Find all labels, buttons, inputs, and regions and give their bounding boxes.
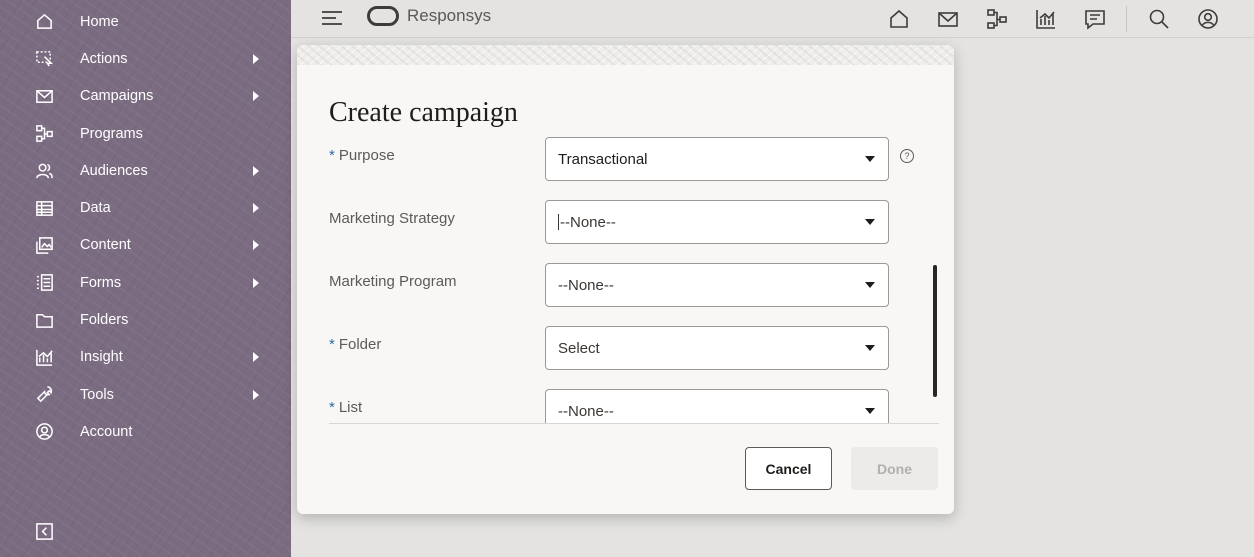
sidebar-item-tools[interactable]: Tools bbox=[0, 376, 291, 413]
required-marker: * bbox=[329, 399, 335, 416]
field-marketing-strategy: Marketing Strategy --None-- bbox=[329, 200, 939, 244]
form-scroll-area[interactable]: * Purpose Transactional ? Marketing Strat… bbox=[329, 137, 939, 424]
sidebar-item-home[interactable]: Home bbox=[0, 3, 291, 40]
divider bbox=[329, 423, 939, 424]
field-label: Marketing Program bbox=[329, 273, 457, 290]
caret-down-icon bbox=[865, 156, 875, 162]
sidebar-item-label: Audiences bbox=[80, 162, 148, 179]
chevron-right-icon bbox=[253, 277, 259, 288]
sidebar-item-label: Campaigns bbox=[80, 88, 154, 105]
chevron-right-icon bbox=[253, 53, 259, 64]
dialog-title: Create campaign bbox=[329, 97, 518, 128]
sidebar-item-label: Forms bbox=[80, 274, 122, 291]
programs-icon bbox=[34, 124, 54, 144]
marketing-strategy-select[interactable]: --None-- bbox=[545, 200, 889, 244]
home-icon[interactable] bbox=[887, 7, 911, 31]
sidebar-item-label: Content bbox=[80, 237, 131, 254]
caret-down-icon bbox=[865, 408, 875, 414]
marketing-program-select[interactable]: --None-- bbox=[545, 263, 889, 307]
field-label: * Folder bbox=[329, 336, 382, 353]
caret-down-icon bbox=[865, 282, 875, 288]
user-profile-icon[interactable] bbox=[1196, 7, 1220, 31]
brand[interactable]: Responsys bbox=[367, 6, 491, 26]
create-campaign-dialog: Create campaign * Purpose Transactional ?… bbox=[297, 45, 954, 514]
select-value: Transactional bbox=[558, 151, 648, 168]
help-icon[interactable]: ? bbox=[900, 149, 914, 163]
collapse-sidebar-icon[interactable] bbox=[35, 522, 54, 541]
programs-icon[interactable] bbox=[985, 7, 1009, 31]
sidebar-item-programs[interactable]: Programs bbox=[0, 115, 291, 152]
content-icon bbox=[34, 235, 54, 255]
caret-down-icon bbox=[865, 345, 875, 351]
chevron-right-icon bbox=[253, 389, 259, 400]
chevron-right-icon bbox=[253, 165, 259, 176]
sidebar-item-label: Insight bbox=[80, 349, 123, 366]
select-value: --None-- bbox=[558, 214, 616, 231]
sidebar: Home Actions Campaigns Programs Audience… bbox=[0, 0, 291, 557]
menu-hamburger-icon[interactable] bbox=[321, 8, 343, 28]
field-label: Marketing Strategy bbox=[329, 210, 455, 227]
sidebar-item-folders[interactable]: Folders bbox=[0, 301, 291, 338]
sidebar-item-label: Home bbox=[80, 13, 119, 30]
actions-icon bbox=[34, 49, 54, 69]
scrollbar-thumb[interactable] bbox=[933, 265, 937, 397]
sidebar-item-data[interactable]: Data bbox=[0, 189, 291, 226]
top-icons bbox=[887, 6, 1245, 32]
account-icon bbox=[34, 422, 54, 442]
field-list: * List --None-- bbox=[329, 389, 939, 424]
chevron-right-icon bbox=[253, 352, 259, 363]
purpose-select[interactable]: Transactional bbox=[545, 137, 889, 181]
folder-icon bbox=[34, 310, 54, 330]
search-icon[interactable] bbox=[1147, 7, 1171, 31]
field-label: * Purpose bbox=[329, 147, 395, 164]
forms-icon bbox=[34, 273, 54, 293]
done-button[interactable]: Done bbox=[851, 447, 938, 490]
caret-down-icon bbox=[865, 219, 875, 225]
sidebar-item-label: Programs bbox=[80, 125, 143, 142]
insight-chart-icon bbox=[34, 347, 54, 367]
sidebar-item-label: Account bbox=[80, 423, 133, 440]
text-cursor bbox=[558, 214, 559, 230]
sidebar-item-label: Tools bbox=[80, 386, 114, 403]
select-value: --None-- bbox=[558, 403, 614, 420]
sidebar-item-label: Actions bbox=[80, 50, 128, 67]
audiences-icon bbox=[34, 161, 54, 181]
list-select[interactable]: --None-- bbox=[545, 389, 889, 424]
home-icon bbox=[34, 12, 54, 32]
select-value: Select bbox=[558, 340, 600, 357]
sidebar-item-audiences[interactable]: Audiences bbox=[0, 152, 291, 189]
required-marker: * bbox=[329, 336, 335, 353]
chat-icon[interactable] bbox=[1083, 7, 1107, 31]
mail-icon bbox=[34, 86, 54, 106]
brand-name: Responsys bbox=[407, 6, 492, 25]
field-label: * List bbox=[329, 399, 363, 416]
sidebar-item-account[interactable]: Account bbox=[0, 413, 291, 450]
data-table-icon bbox=[34, 198, 54, 218]
divider bbox=[1126, 6, 1127, 32]
sidebar-item-label: Folders bbox=[80, 312, 129, 329]
oracle-logo-icon bbox=[367, 6, 399, 26]
dialog-header-band bbox=[297, 45, 954, 65]
chevron-right-icon bbox=[253, 203, 259, 214]
top-bar: Responsys bbox=[291, 0, 1254, 38]
sidebar-nav: Home Actions Campaigns Programs Audience… bbox=[0, 3, 291, 451]
select-value: --None-- bbox=[558, 277, 614, 294]
sidebar-item-campaigns[interactable]: Campaigns bbox=[0, 78, 291, 115]
insight-chart-icon[interactable] bbox=[1034, 7, 1058, 31]
sidebar-item-label: Data bbox=[80, 200, 111, 217]
chevron-right-icon bbox=[253, 91, 259, 102]
field-folder: * Folder Select bbox=[329, 326, 939, 370]
chevron-right-icon bbox=[253, 240, 259, 251]
field-purpose: * Purpose Transactional ? bbox=[329, 137, 939, 181]
mail-icon[interactable] bbox=[936, 7, 960, 31]
cancel-button[interactable]: Cancel bbox=[745, 447, 832, 490]
sidebar-item-content[interactable]: Content bbox=[0, 227, 291, 264]
sidebar-item-actions[interactable]: Actions bbox=[0, 40, 291, 77]
sidebar-item-forms[interactable]: Forms bbox=[0, 264, 291, 301]
wrench-icon bbox=[34, 385, 54, 405]
field-marketing-program: Marketing Program --None-- bbox=[329, 263, 939, 307]
required-marker: * bbox=[329, 147, 335, 164]
sidebar-item-insight[interactable]: Insight bbox=[0, 339, 291, 376]
folder-select[interactable]: Select bbox=[545, 326, 889, 370]
